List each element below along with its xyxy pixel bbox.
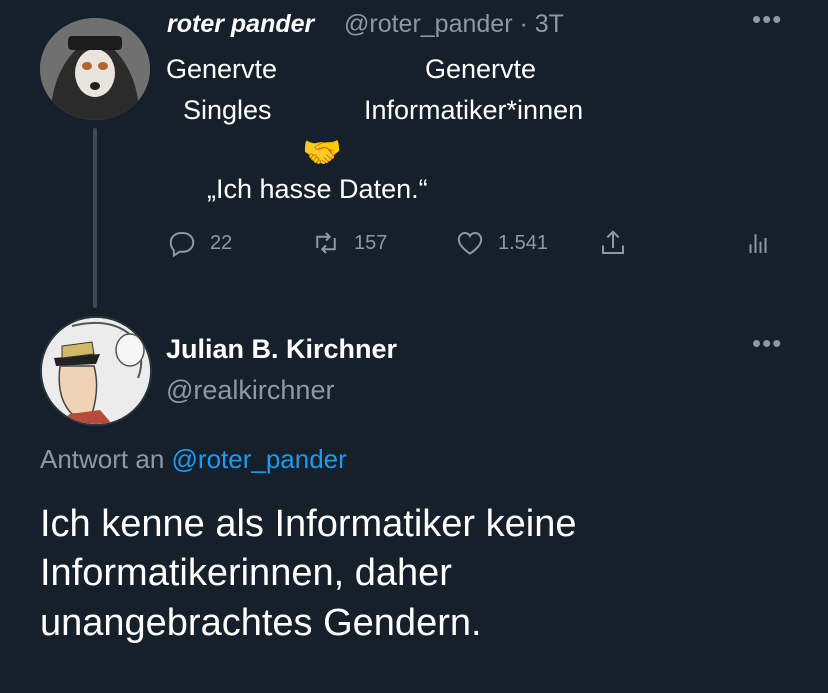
tweet-text-line: Ich kenne als Informatiker keine (40, 503, 577, 545)
timestamp[interactable]: 3T (535, 10, 564, 38)
like-icon (457, 231, 483, 255)
more-icon[interactable]: ••• (752, 330, 782, 356)
tweet-text-line: Genervte (166, 54, 278, 84)
tweet-text-line: Genervte (425, 54, 537, 84)
reply-icon (169, 232, 195, 258)
analytics-button[interactable] (743, 228, 773, 258)
retweet-button[interactable]: 157 (311, 228, 387, 258)
share-button[interactable] (598, 228, 628, 258)
reply-mention-link[interactable]: @roter_pander (172, 444, 347, 474)
tweet-text-line: Singles (183, 95, 272, 125)
avatar-roter-pander[interactable] (40, 18, 150, 120)
reply-prefix: Antwort an (40, 444, 165, 474)
like-button[interactable]: 1.541 (455, 228, 548, 258)
retweet-icon (316, 232, 336, 254)
tweet-body: Ich kenne als Informatiker keine Informa… (40, 500, 800, 648)
tweet-text-line: unangebrachtes Gendern. (40, 601, 482, 644)
display-name[interactable]: Julian B. Kirchner (166, 334, 397, 365)
tweet-text-quote: „Ich hasse Daten.“ (207, 174, 428, 204)
share-icon (602, 230, 624, 254)
separator: · (519, 10, 528, 38)
handle[interactable]: @roter_pander (344, 10, 513, 38)
tweet-meta: @roter_pander · 3T (344, 10, 564, 39)
tweet-text-line: Informatikerinnen, daher (40, 552, 452, 595)
display-name[interactable]: roter pander (167, 10, 314, 39)
more-icon[interactable]: ••• (752, 6, 782, 32)
reply-count: 22 (210, 231, 233, 254)
handle[interactable]: @realkirchner (166, 375, 334, 406)
retweet-count: 157 (354, 231, 388, 254)
analytics-icon (749, 234, 767, 253)
reply-context: Antwort an @roter_pander (40, 444, 347, 475)
handshake-emoji: 🤝 (302, 134, 342, 170)
tweet-text-line: Informatiker*innen (364, 95, 584, 125)
avatar-realkirchner[interactable] (40, 316, 152, 426)
thread-connector-line (93, 128, 97, 308)
like-count: 1.541 (498, 231, 549, 254)
reply-button[interactable]: 22 (167, 228, 232, 258)
